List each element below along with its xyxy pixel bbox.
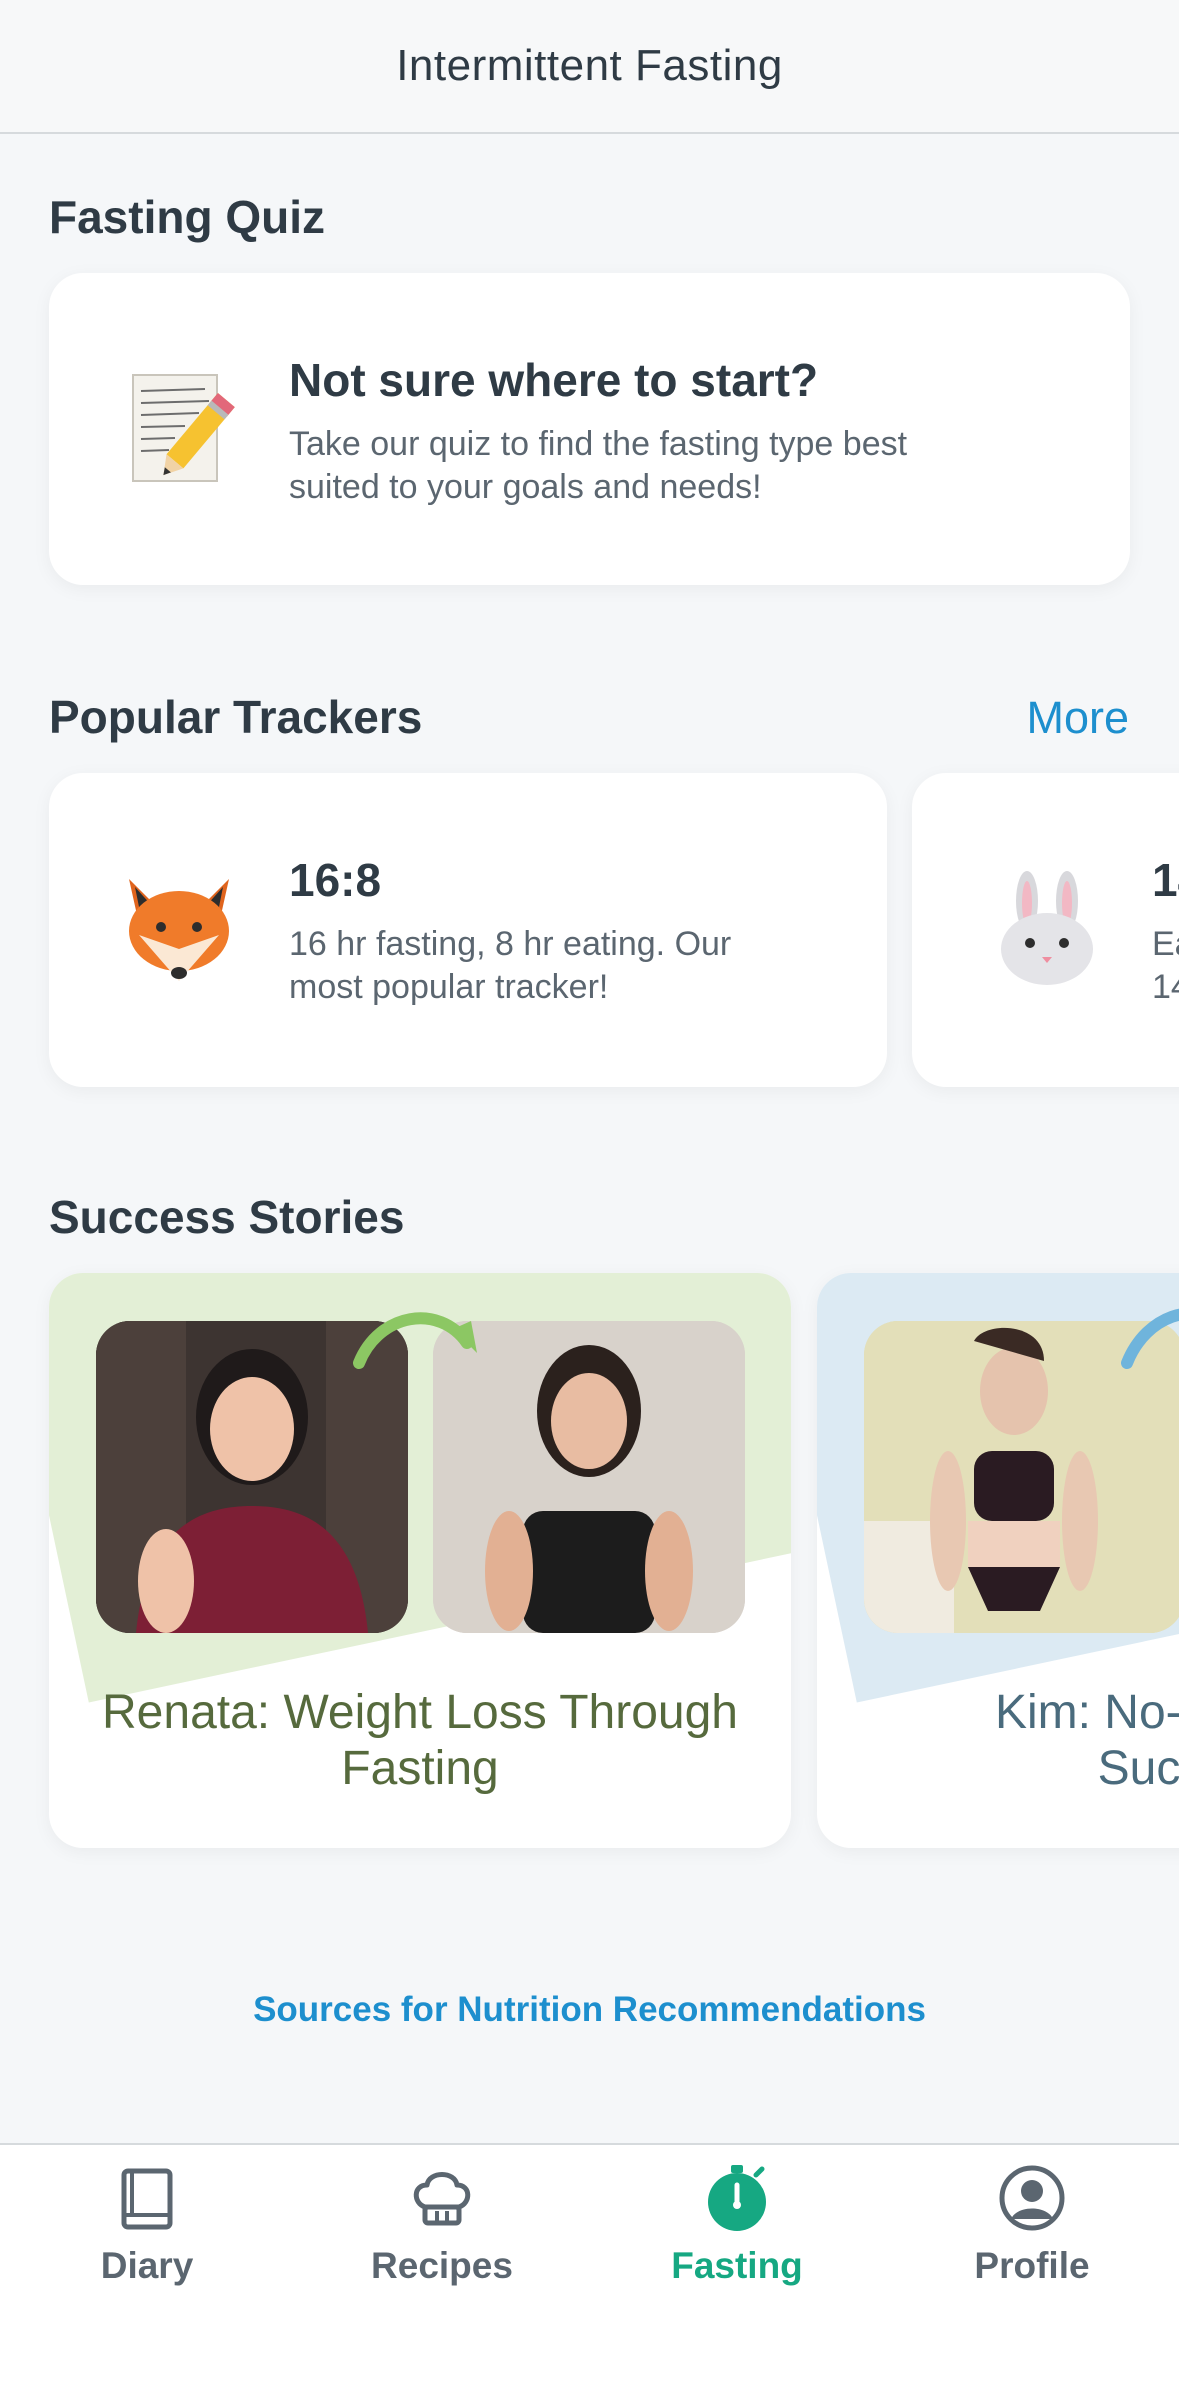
- app-header: Intermittent Fasting: [0, 0, 1179, 134]
- tab-recipes[interactable]: Recipes: [295, 2145, 589, 2345]
- story-title-line2: Fasting: [341, 1742, 499, 1795]
- chef-hat-icon: [413, 2172, 471, 2226]
- trackers-more-link[interactable]: More: [1026, 692, 1129, 744]
- tracker-description-line1: Ea: [1152, 925, 1179, 963]
- story-title-line1: Kim: No-Brea: [994, 1686, 1179, 1739]
- after-photo: [433, 1321, 745, 1633]
- quiz-title: Not sure where to start?: [289, 354, 819, 406]
- arrow-icon: [353, 1312, 477, 1369]
- tab-label: Profile: [974, 2245, 1090, 2286]
- tab-label: Recipes: [371, 2245, 513, 2286]
- tracker-card-14[interactable]: 14 Ea 14: [912, 773, 1179, 1087]
- tab-label: Fasting: [671, 2245, 803, 2286]
- tab-fasting[interactable]: Fasting: [590, 2145, 884, 2345]
- tracker-description-line1: 16 hr fasting, 8 hr eating. Our: [289, 925, 732, 963]
- fox-face-icon: [119, 869, 239, 1007]
- quiz-card[interactable]: Not sure where to start? Take our quiz t…: [49, 273, 1130, 585]
- page-title: Intermittent Fasting: [396, 41, 783, 90]
- story-title-line2: Suc: [1097, 1742, 1179, 1795]
- tracker-card-16-8[interactable]: 16:8 16 hr fasting, 8 hr eating. Our mos…: [49, 773, 887, 1087]
- sources-link[interactable]: Sources for Nutrition Recommendations: [0, 1990, 1179, 2030]
- tab-bar: Diary Recipes Fasting Profile: [0, 2143, 1179, 2396]
- arrow-icon: [1121, 1308, 1179, 1369]
- quiz-description-line1: Take our quiz to find the fasting type b…: [289, 425, 908, 463]
- story-card-renata[interactable]: Renata: Weight Loss Through Fasting: [49, 1273, 791, 1848]
- tracker-title: 16:8: [289, 854, 382, 906]
- memo-pencil-icon: [125, 369, 235, 507]
- trackers-section-title: Popular Trackers: [49, 691, 423, 743]
- tracker-description-line2: 14: [1152, 968, 1179, 1006]
- story-title-line1: Renata: Weight Loss Through: [102, 1686, 738, 1739]
- book-icon: [121, 2168, 173, 2230]
- rabbit-face-icon: [992, 869, 1102, 1007]
- tracker-description-line2: most popular tracker!: [289, 968, 609, 1006]
- story-card-kim[interactable]: Kim: No-Brea Suc: [817, 1273, 1179, 1848]
- tracker-title: 14: [1152, 854, 1179, 906]
- profile-icon: [999, 2165, 1065, 2231]
- stories-section-title: Success Stories: [49, 1191, 405, 1243]
- quiz-description-line2: suited to your goals and needs!: [289, 468, 762, 506]
- tab-profile[interactable]: Profile: [885, 2145, 1179, 2345]
- tab-label: Diary: [100, 2245, 194, 2286]
- quiz-section-title: Fasting Quiz: [49, 191, 325, 243]
- tab-diary[interactable]: Diary: [0, 2145, 294, 2345]
- stopwatch-icon: [708, 2165, 766, 2231]
